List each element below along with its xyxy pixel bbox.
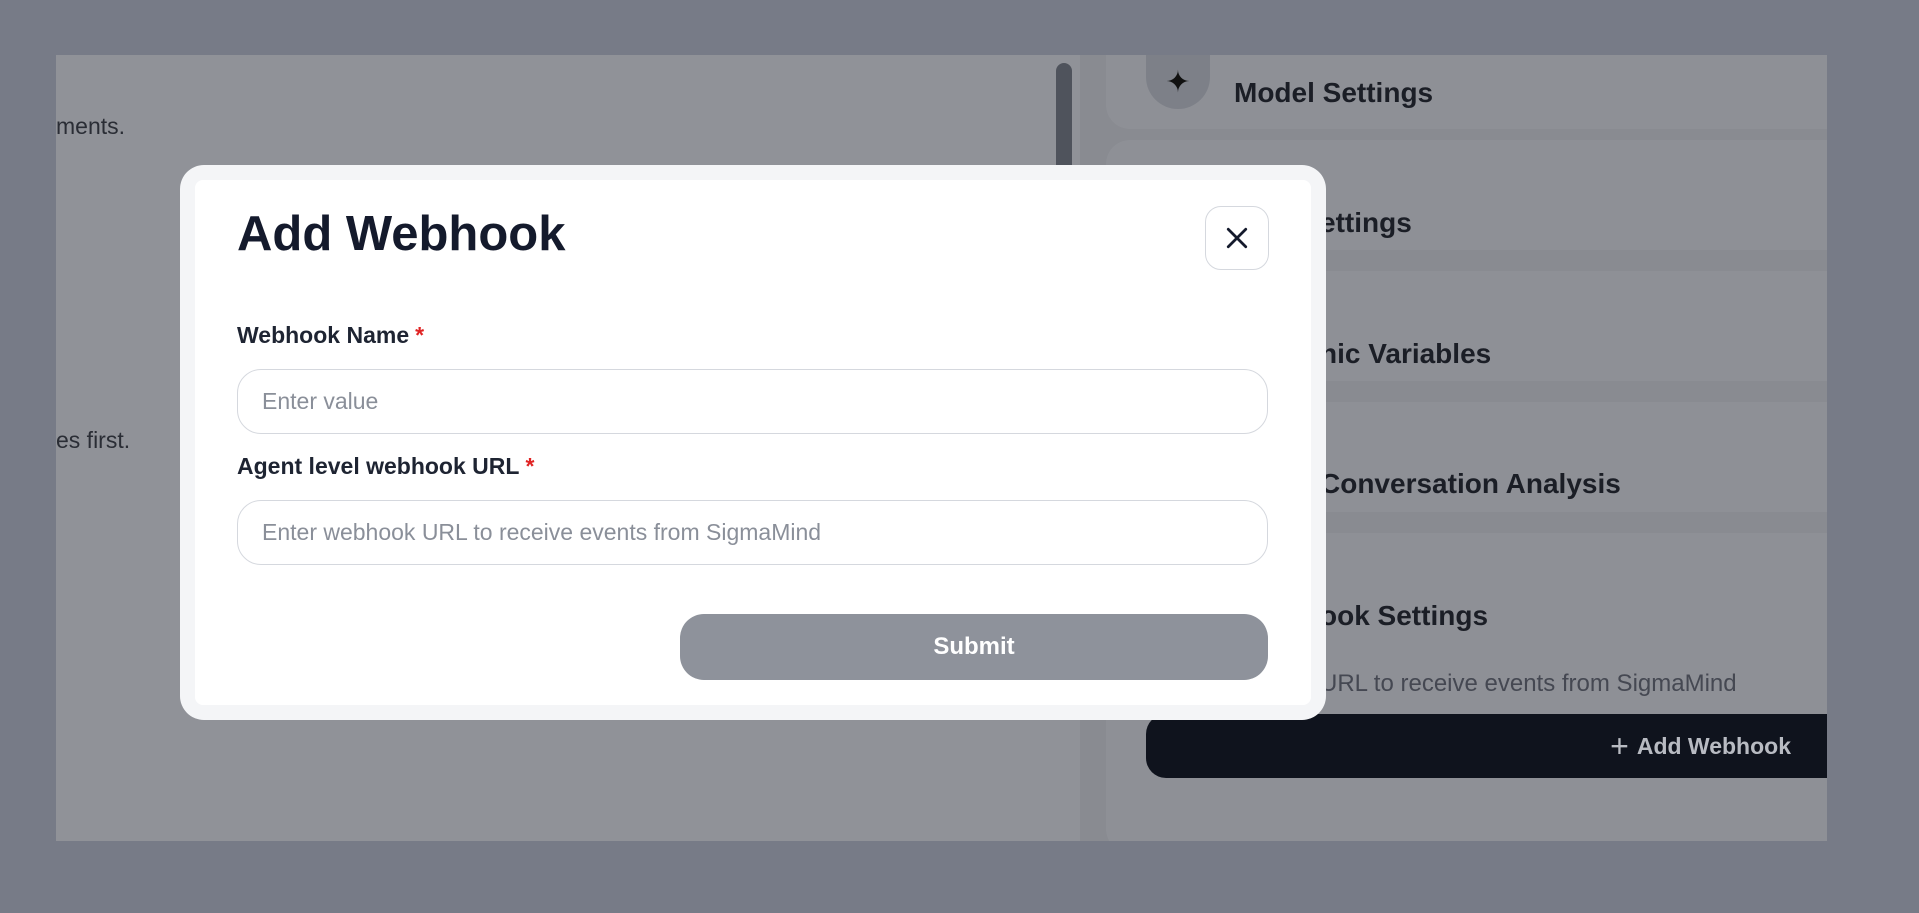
plus-icon: + bbox=[1610, 727, 1629, 764]
add-webhook-label: Add Webhook bbox=[1636, 732, 1791, 759]
section-title: Model Settings bbox=[1234, 77, 1434, 108]
section-title: ettings bbox=[1320, 207, 1412, 238]
webhook-name-label-text: Webhook Name bbox=[237, 322, 410, 348]
webhook-url-label: Agent level webhook URL * bbox=[237, 453, 534, 480]
section-title: nic Variables bbox=[1320, 338, 1492, 369]
required-mark: * bbox=[415, 322, 425, 348]
dialog-title: Add Webhook bbox=[237, 207, 566, 261]
webhook-description: URL to receive events from SigmaMind bbox=[1320, 670, 1737, 697]
left-text-fragment: es first. bbox=[56, 427, 131, 453]
close-icon bbox=[1226, 227, 1248, 249]
section-title: Conversation Analysis bbox=[1320, 468, 1621, 499]
section-title: ook Settings bbox=[1320, 600, 1489, 631]
required-mark: * bbox=[525, 453, 535, 479]
section-card[interactable] bbox=[1146, 830, 1827, 841]
submit-button[interactable]: Submit bbox=[680, 614, 1268, 680]
webhook-name-input[interactable] bbox=[237, 369, 1268, 434]
webhook-name-label: Webhook Name * bbox=[237, 322, 424, 349]
webhook-url-input[interactable] bbox=[237, 500, 1268, 565]
webhook-url-label-text: Agent level webhook URL bbox=[237, 453, 520, 479]
section-model-settings[interactable] bbox=[1106, 55, 1827, 129]
left-text-fragment: ments. bbox=[56, 113, 126, 139]
add-webhook-button[interactable]: + Add Webhook bbox=[1146, 714, 1827, 778]
close-button[interactable] bbox=[1205, 206, 1269, 270]
